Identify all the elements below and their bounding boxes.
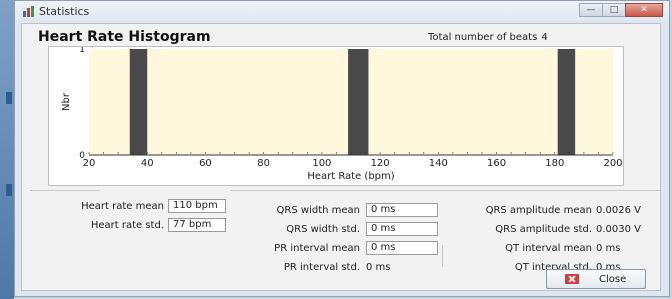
pr-mean-label: PR interval mean xyxy=(274,243,360,254)
qrs-amp-mean-value: 0.0026 V xyxy=(596,205,642,216)
desktop-tray-mark xyxy=(6,92,12,104)
qrs-width-mean-row: QRS width mean 0 ms xyxy=(240,203,440,219)
pr-mean-field: 0 ms xyxy=(366,241,438,255)
x-tick-label: 80 xyxy=(257,158,270,169)
separator xyxy=(442,245,443,267)
window-close-button[interactable]: ✕ xyxy=(625,3,663,17)
window-title: Statistics xyxy=(39,5,90,18)
x-tick-label: 200 xyxy=(603,158,622,169)
desktop-edge xyxy=(0,0,14,299)
pr-std-label: PR interval std. xyxy=(283,262,360,273)
total-beats-value: 4 xyxy=(541,32,548,43)
histogram-bar xyxy=(129,49,148,155)
qrs-amp-std-row: QRS amplitude std. 0.0030 V xyxy=(444,222,656,238)
x-tick-label: 120 xyxy=(371,158,390,169)
y-tick-label: 1 xyxy=(79,47,85,55)
qt-mean-label: QT interval mean xyxy=(505,243,592,254)
qrs-width-mean-field: 0 ms xyxy=(366,203,438,217)
histogram-plot: 20 40 60 80 100 120 140 160 180 200 0 1 Heart Rate (… xyxy=(48,46,624,186)
desktop-tray-mark xyxy=(6,184,12,196)
qrs-amp-std-value: 0.0030 V xyxy=(596,224,642,235)
qrs-amp-mean-row: QRS amplitude mean 0.0026 V xyxy=(444,203,656,219)
hr-mean-label: Heart rate mean xyxy=(81,201,164,212)
histogram-bar xyxy=(351,49,369,155)
close-button[interactable]: Close xyxy=(546,269,646,289)
pr-mean-row: PR interval mean 0 ms xyxy=(240,241,440,257)
qrs-amp-mean-label: QRS amplitude mean xyxy=(485,205,592,216)
x-tick-label: 160 xyxy=(487,158,506,169)
pr-std-row: PR interval std. 0 ms xyxy=(240,260,440,276)
title-bar[interactable]: Statistics — □ ✕ xyxy=(15,1,669,23)
separator xyxy=(30,190,100,191)
histogram-header: Heart Rate Histogram Total number of bea… xyxy=(38,29,648,46)
hr-mean-row: Heart rate mean 110 bpm xyxy=(30,199,230,215)
y-axis-label: Nbr xyxy=(61,92,72,111)
x-tick-label: 60 xyxy=(199,158,212,169)
separator xyxy=(230,190,660,191)
qt-mean-row: QT interval mean 0 ms xyxy=(444,241,656,257)
hr-std-row: Heart rate std. 77 bpm xyxy=(30,218,230,234)
qrs-width-std-field: 0 ms xyxy=(366,222,438,236)
histogram-svg: 20 40 60 80 100 120 140 160 180 20001Heart Rate (… xyxy=(61,47,623,182)
x-tick-label: 100 xyxy=(312,158,331,169)
minimize-button[interactable]: — xyxy=(579,3,603,17)
x-tick-label: 180 xyxy=(545,158,564,169)
statistics-grid: Heart rate mean 110 bpm Heart rate std. … xyxy=(30,189,660,276)
hr-mean-field: 110 bpm xyxy=(168,199,226,213)
pr-std-value: 0 ms xyxy=(366,262,391,273)
qrs-width-std-label: QRS width std. xyxy=(286,224,360,235)
close-icon xyxy=(565,274,579,284)
maximize-button[interactable]: □ xyxy=(602,3,626,17)
hr-std-field: 77 bpm xyxy=(168,218,226,232)
qrs-width-mean-label: QRS width mean xyxy=(276,205,360,216)
statistics-panel: Heart Rate Histogram Total number of bea… xyxy=(21,23,661,291)
qt-mean-value: 0 ms xyxy=(596,243,621,254)
x-tick-label: 40 xyxy=(141,158,154,169)
close-button-label: Close xyxy=(599,274,627,285)
qrs-amp-std-label: QRS amplitude std. xyxy=(495,224,592,235)
chart-app-icon xyxy=(23,6,34,17)
total-beats: Total number of beats 4 xyxy=(428,32,548,43)
x-tick-label: 140 xyxy=(429,158,448,169)
statistics-window: Statistics — □ ✕ Heart Rate Histogram To… xyxy=(14,0,670,297)
y-tick-label: 0 xyxy=(79,151,85,161)
x-axis-label: Heart Rate (bpm) xyxy=(307,171,394,182)
qrs-width-std-row: QRS width std. 0 ms xyxy=(240,222,440,238)
hr-std-label: Heart rate std. xyxy=(90,220,164,231)
total-beats-label: Total number of beats xyxy=(428,32,538,43)
histogram-bar xyxy=(557,49,576,155)
histogram-title: Heart Rate Histogram xyxy=(38,29,211,45)
